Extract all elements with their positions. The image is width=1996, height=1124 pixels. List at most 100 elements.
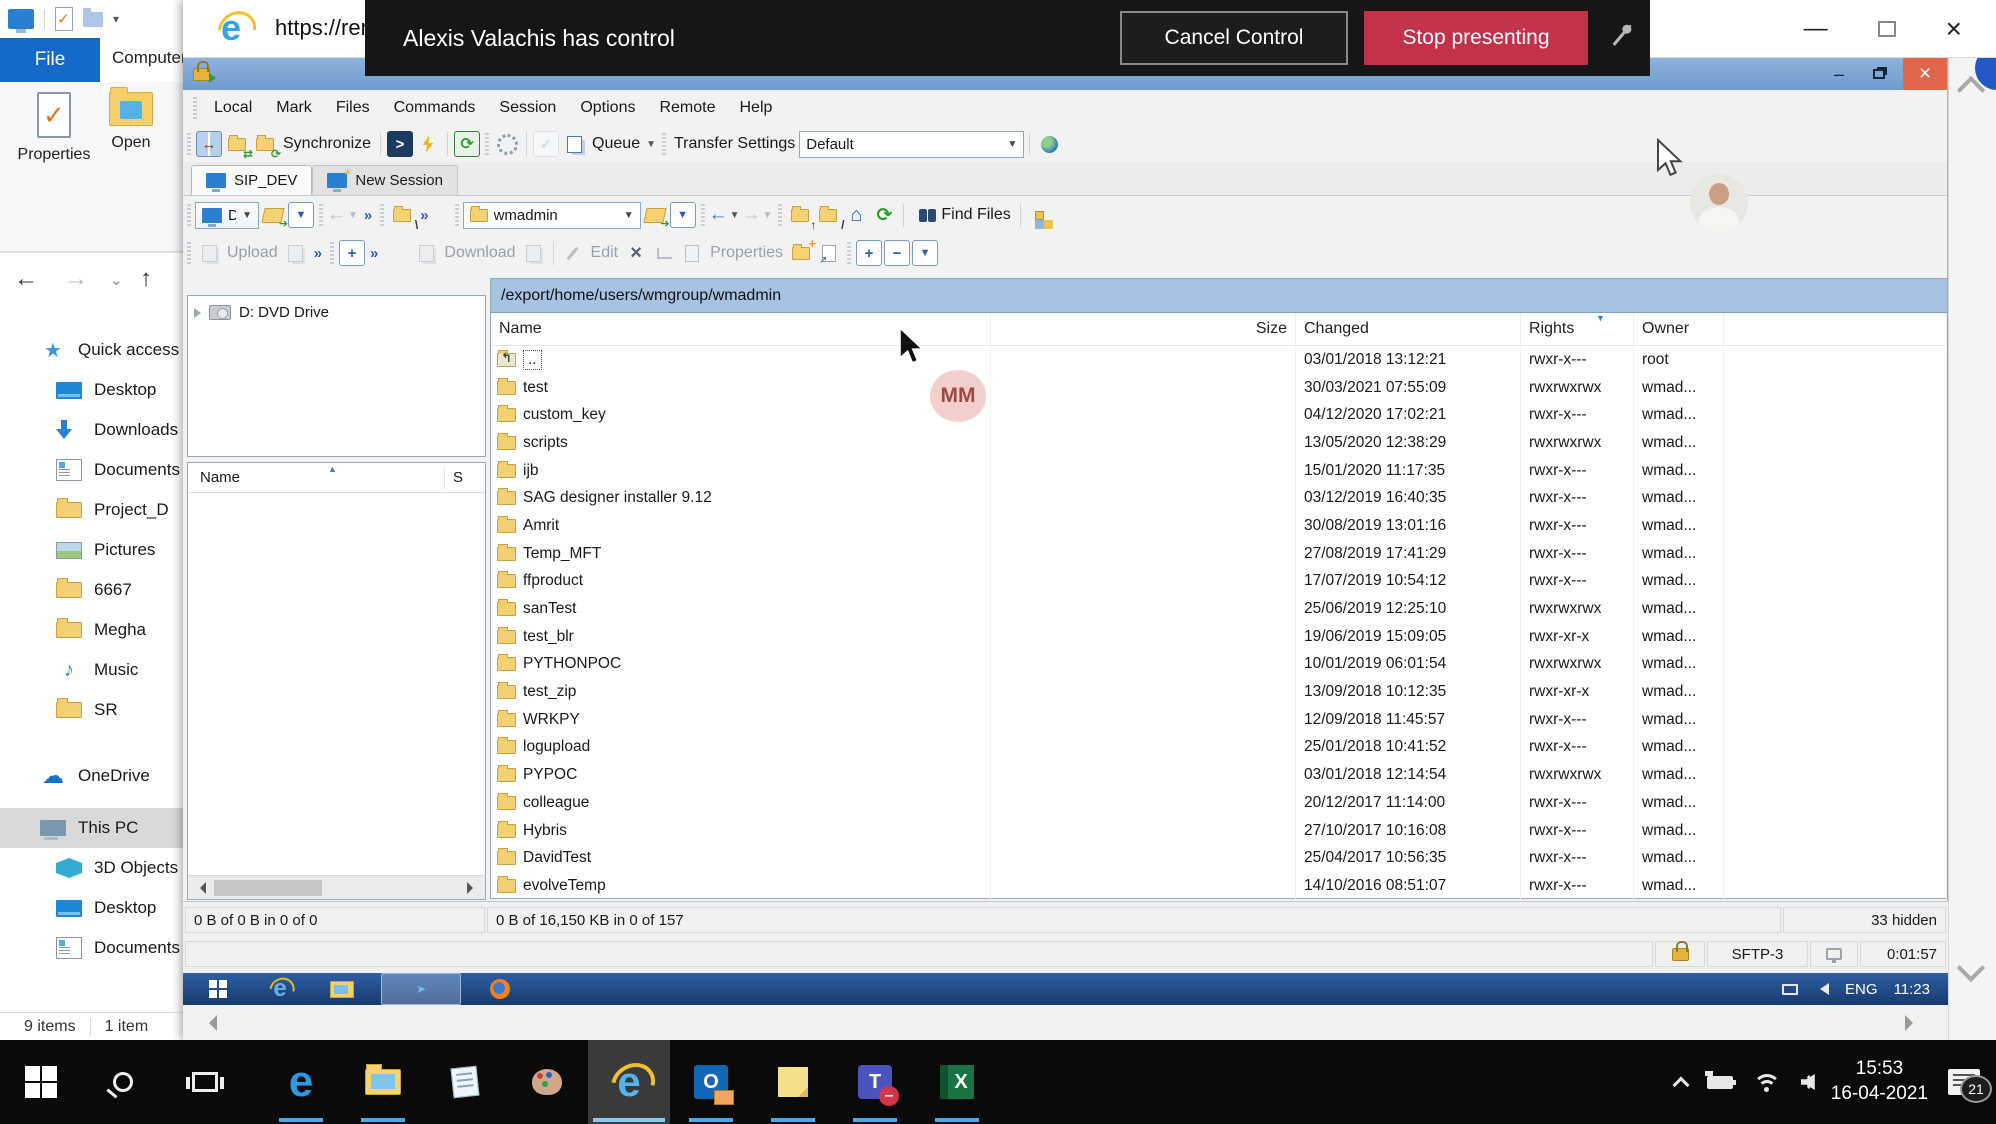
minimize-icon[interactable]: —: [1804, 15, 1828, 43]
edit-pencil-icon[interactable]: [560, 240, 586, 266]
tray-chevron-up-icon[interactable]: [1672, 1077, 1689, 1094]
sidebar-item-documents[interactable]: Documents: [0, 928, 183, 968]
hidden-files-status[interactable]: 33 hidden: [1783, 907, 1946, 933]
file-row[interactable]: Hybris27/10/2017 10:16:08rwxr-x---wmad..…: [491, 817, 1947, 845]
sidebar-item-6667[interactable]: 6667: [0, 570, 183, 610]
taskbar-internet-explorer[interactable]: [588, 1040, 670, 1124]
swap-panels-icon[interactable]: [196, 131, 222, 157]
file-row[interactable]: test30/03/2021 07:55:09rwxrwxrwxwmad...: [491, 374, 1947, 402]
menu-mark[interactable]: Mark: [265, 99, 323, 117]
sidebar-item-3d-objects[interactable]: 3D Objects: [0, 848, 183, 888]
pin-off-icon[interactable]: [1588, 0, 1650, 76]
file-row[interactable]: Amrit30/08/2019 13:01:16rwxr-x---wmad...: [491, 512, 1947, 540]
action-center-icon[interactable]: 21: [1948, 1069, 1980, 1095]
file-row[interactable]: scripts13/05/2020 12:38:29rwxrwxrwxwmad.…: [491, 429, 1947, 457]
queue-dropdown-icon[interactable]: ▼: [646, 139, 656, 150]
queue-enable-icon[interactable]: [533, 131, 559, 157]
encryption-cell[interactable]: [1655, 941, 1705, 967]
directory-tree-toggle-icon[interactable]: [1027, 202, 1053, 228]
taskbar-file-explorer[interactable]: [342, 1040, 424, 1124]
menu-session[interactable]: Session: [488, 99, 567, 117]
remote-filter-icon[interactable]: [670, 202, 696, 228]
taskbar-start[interactable]: [0, 1040, 82, 1124]
rename-icon[interactable]: [651, 240, 677, 266]
remote-forward-icon[interactable]: →: [742, 204, 761, 226]
stop-presenting-button[interactable]: Stop presenting: [1364, 11, 1588, 65]
download-icon[interactable]: [413, 240, 439, 266]
queue-label[interactable]: Queue: [592, 135, 640, 153]
add-icon[interactable]: [339, 240, 365, 266]
taskbar-sticky-notes[interactable]: [752, 1040, 834, 1124]
synchronize-label[interactable]: Synchronize: [283, 135, 371, 153]
taskbar-excel[interactable]: [916, 1040, 998, 1124]
file-row[interactable]: SAG designer installer 9.1203/12/2019 16…: [491, 484, 1947, 512]
menu-remote[interactable]: Remote: [648, 99, 726, 117]
horizontal-scrollbar[interactable]: [188, 875, 485, 899]
menu-commands[interactable]: Commands: [383, 99, 487, 117]
file-row[interactable]: sanTest25/06/2019 12:25:10rwxrwxrwxwmad.…: [491, 595, 1947, 623]
taskbar-search[interactable]: [82, 1040, 164, 1124]
local-back-icon[interactable]: ←: [327, 204, 346, 226]
refresh-session-icon[interactable]: [454, 131, 480, 157]
scroll-right-icon[interactable]: [1905, 1015, 1921, 1031]
sidebar-item-quick-access[interactable]: Quick access: [0, 330, 183, 370]
new-folder-icon[interactable]: [788, 240, 814, 266]
remote-taskbar-winscp[interactable]: [381, 973, 461, 1005]
remote-path-bar[interactable]: /export/home/users/wmgroup/wmadmin: [491, 279, 1947, 313]
file-row[interactable]: ..03/01/2018 13:12:21rwxr-x---root: [491, 346, 1947, 374]
new-folder-qat-icon[interactable]: [83, 12, 103, 27]
file-row[interactable]: test_zip13/09/2018 10:12:35rwxr-xr-xwmad…: [491, 678, 1947, 706]
taskbar-clock[interactable]: 15:53 16-04-2021: [1831, 1057, 1928, 1106]
remote-taskbar-windows-start[interactable]: [195, 973, 241, 1005]
file-row[interactable]: evolveTemp14/10/2016 08:51:07rwxr-x---wm…: [491, 872, 1947, 900]
remote-directory-combo[interactable]: wmadmin ▼: [463, 202, 641, 229]
tab-sip-dev[interactable]: SIP_DEV: [191, 165, 312, 195]
more-buttons-icon[interactable]: »: [420, 207, 428, 224]
open-button[interactable]: Open: [100, 92, 162, 152]
taskbar-edge[interactable]: [260, 1040, 342, 1124]
sidebar-item-onedrive[interactable]: OneDrive: [0, 756, 183, 796]
session-color-icon[interactable]: [1036, 131, 1062, 157]
more-buttons-icon[interactable]: »: [370, 245, 378, 262]
sidebar-item-music[interactable]: Music: [0, 650, 183, 690]
menu-files[interactable]: Files: [325, 99, 381, 117]
sidebar-item-documents[interactable]: Documents: [0, 450, 183, 490]
root-directory-icon[interactable]: /: [815, 202, 841, 228]
menu-options[interactable]: Options: [569, 99, 646, 117]
taskbar-teams[interactable]: [834, 1040, 916, 1124]
remote-taskbar-file-explorer[interactable]: [319, 973, 365, 1005]
sidebar-item-downloads[interactable]: Downloads: [0, 410, 183, 450]
taskbar-task-view[interactable]: [164, 1040, 246, 1124]
unselect-icon[interactable]: [884, 240, 910, 266]
expand-icon[interactable]: [194, 308, 201, 318]
remote-back-icon[interactable]: ←: [709, 204, 728, 226]
sidebar-item-sr[interactable]: SR: [0, 690, 183, 730]
upload-icon[interactable]: [196, 240, 222, 266]
explorer-computer-tab[interactable]: Computer: [112, 48, 183, 68]
local-filter-icon[interactable]: [288, 202, 314, 228]
explorer-file-tab[interactable]: File: [0, 38, 100, 82]
binoculars-icon[interactable]: [910, 202, 936, 228]
home-directory-icon[interactable]: [843, 202, 869, 228]
sidebar-item-project-d[interactable]: Project_D: [0, 490, 183, 530]
taskbar-notepad[interactable]: [424, 1040, 506, 1124]
preferences-gear-icon[interactable]: [494, 131, 520, 157]
column-header-rights[interactable]: Rights: [1521, 313, 1634, 345]
upload-label[interactable]: Upload: [227, 244, 278, 262]
scrollbar-thumb[interactable]: [214, 880, 322, 896]
tab-new-session[interactable]: New Session: [312, 165, 458, 195]
sidebar-item-megha[interactable]: Megha: [0, 610, 183, 650]
upload-background-icon[interactable]: [283, 240, 309, 266]
chevron-down-icon[interactable]: ▼: [730, 210, 740, 221]
winscp-minimize-icon[interactable]: –: [1819, 58, 1859, 90]
synchronize-browsing-icon[interactable]: ⇄: [224, 131, 250, 157]
column-header-size[interactable]: S: [445, 469, 463, 486]
remote-clock[interactable]: 11:23: [1894, 981, 1930, 998]
open-console-icon[interactable]: [387, 131, 413, 157]
file-row[interactable]: PYTHONPOC10/01/2019 06:01:54rwxrwxrwxwma…: [491, 651, 1947, 679]
remote-taskbar-internet-explorer[interactable]: [257, 973, 303, 1005]
recent-locations-icon[interactable]: ⌄: [110, 271, 123, 289]
column-header-name[interactable]: Name: [188, 469, 444, 486]
queue-icon[interactable]: [561, 131, 587, 157]
file-row[interactable]: test_blr19/06/2019 15:09:05rwxr-xr-xwmad…: [491, 623, 1947, 651]
